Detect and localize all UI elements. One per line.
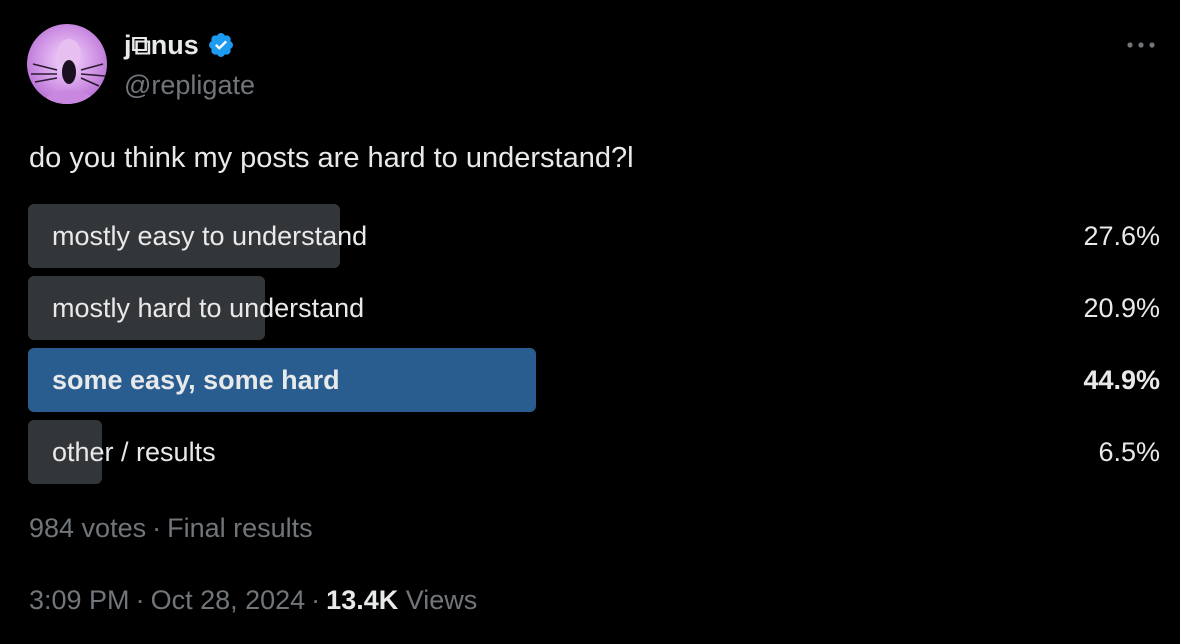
poll-footer: 984 votes · Final results bbox=[29, 510, 313, 546]
poll-option: other / results 6.5% bbox=[28, 420, 1160, 484]
poll-option-percent: 20.9% bbox=[1083, 293, 1160, 323]
tweet-text: do you think my posts are hard to unders… bbox=[29, 142, 634, 174]
poll-status: Final results bbox=[167, 513, 313, 543]
author-display-name[interactable]: j⧉nus bbox=[124, 28, 199, 62]
avatar[interactable] bbox=[27, 24, 107, 104]
poll-option-label: some easy, some hard bbox=[52, 365, 340, 395]
views-label: Views bbox=[405, 585, 478, 615]
views-count: 13.4K bbox=[326, 585, 399, 615]
poll-option-label: mostly hard to understand bbox=[52, 293, 365, 323]
poll-option-percent: 6.5% bbox=[1098, 437, 1160, 467]
poll-option: mostly easy to understand 27.6% bbox=[28, 204, 1160, 268]
separator: · bbox=[135, 585, 145, 615]
poll: mostly easy to understand 27.6% mostly h… bbox=[28, 204, 1160, 492]
tweet-meta: 3:09 PM · Oct 28, 2024 · 13.4K Views bbox=[29, 582, 477, 618]
poll-option-percent: 27.6% bbox=[1083, 221, 1160, 251]
separator: · bbox=[152, 513, 162, 543]
tweet-date[interactable]: Oct 28, 2024 bbox=[151, 585, 306, 615]
author-handle[interactable]: @repligate bbox=[124, 68, 255, 102]
separator: · bbox=[311, 585, 321, 615]
poll-option: some easy, some hard 44.9% bbox=[28, 348, 1160, 412]
more-horizontal-icon bbox=[1127, 42, 1155, 48]
poll-option-label: other / results bbox=[52, 437, 216, 467]
poll-option: mostly hard to understand 20.9% bbox=[28, 276, 1160, 340]
poll-option-percent: 44.9% bbox=[1083, 365, 1160, 395]
more-options-button[interactable] bbox=[1124, 30, 1158, 60]
poll-option-label: mostly easy to understand bbox=[52, 221, 368, 251]
avatar-image bbox=[27, 24, 107, 104]
tweet-time[interactable]: 3:09 PM bbox=[29, 585, 130, 615]
author-name-row: j⧉nus bbox=[124, 28, 235, 62]
verified-badge-icon bbox=[207, 31, 235, 59]
poll-vote-count: 984 votes bbox=[29, 513, 147, 543]
